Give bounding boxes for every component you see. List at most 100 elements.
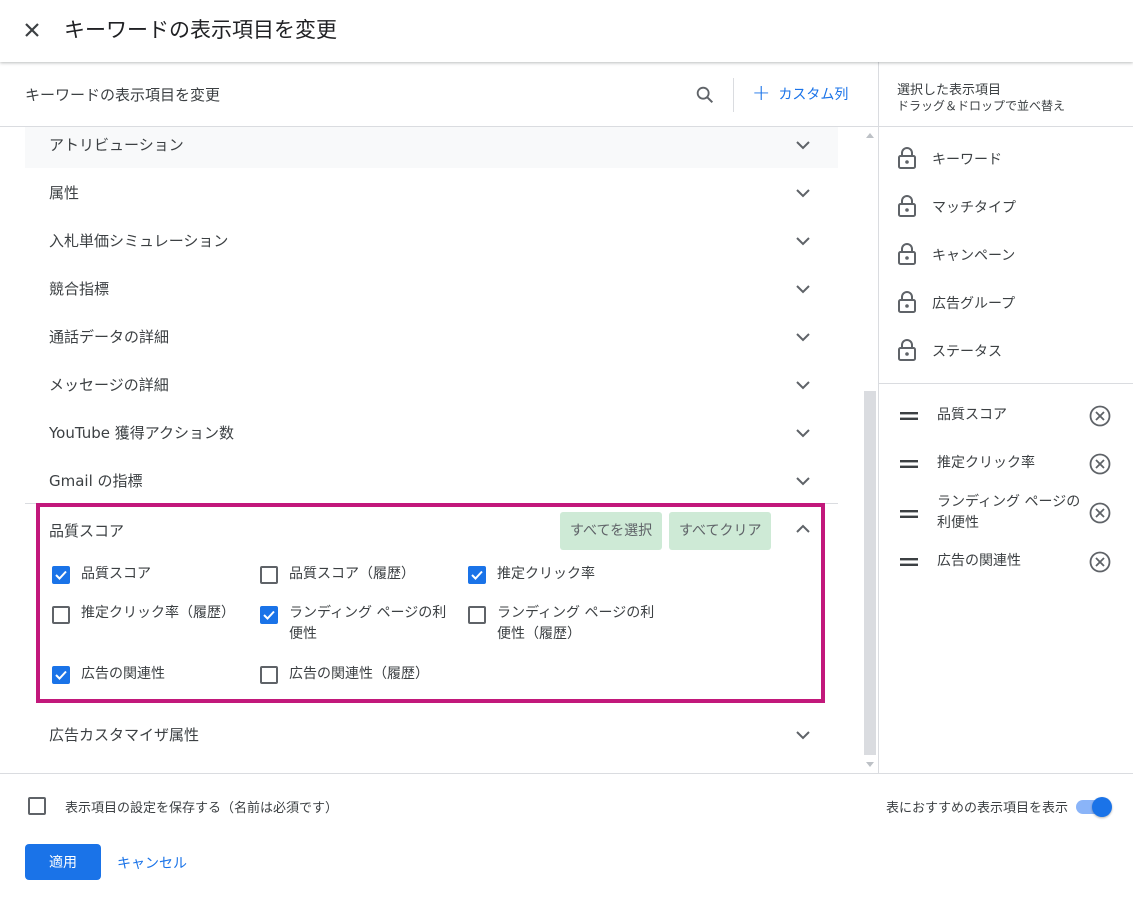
right-pane-divider <box>879 383 1133 384</box>
cancel-button[interactable]: キャンセル <box>117 853 187 873</box>
category-label: アトリビューション <box>49 136 184 154</box>
clear-all-button[interactable]: すべてクリア <box>669 512 772 550</box>
category-row-attribution[interactable]: アトリビューション <box>25 127 838 168</box>
chevron-down-icon <box>796 237 810 246</box>
dialog-titlebar: キーワードの表示項目を変更 <box>0 0 1133 62</box>
category-label: 競合指標 <box>49 280 110 298</box>
option-label: 推定クリック率（履歴） <box>81 605 235 621</box>
category-row-competitive[interactable]: 競合指標 <box>25 264 838 312</box>
scroll-down-arrow-icon[interactable] <box>866 762 874 767</box>
left-pane-header: キーワードの表示項目を変更 + カスタム列 <box>0 62 878 127</box>
locked-item-label: 広告グループ <box>932 296 1016 312</box>
checkbox-quality-score[interactable] <box>52 566 70 584</box>
locked-item: マッチタイプ <box>879 182 1133 230</box>
locked-item-label: キャンペーン <box>932 248 1016 264</box>
remove-circle-icon[interactable] <box>1089 453 1111 475</box>
selected-item-label: 推定クリック率 <box>937 455 1035 471</box>
left-pane-title: キーワードの表示項目を変更 <box>25 86 221 104</box>
category-row-call-details[interactable]: 通話データの詳細 <box>25 312 838 360</box>
save-settings-label: 表示項目の設定を保存する（名前は必須です） <box>65 801 339 816</box>
chevron-up-icon[interactable] <box>794 520 812 538</box>
search-icon[interactable] <box>694 84 716 106</box>
right-pane-title: 選択した表示項目 <box>897 83 1002 98</box>
chevron-down-icon <box>796 381 810 390</box>
custom-column-button[interactable]: + カスタム列 <box>752 83 849 105</box>
locked-item: ステータス <box>879 326 1133 374</box>
quality-score-section: 品質スコア すべてを選択 すべてクリア 品質スコア 品質スコア（履歴） 推定クリ… <box>25 504 838 704</box>
close-icon[interactable] <box>20 18 44 42</box>
category-row-bid-simulator[interactable]: 入札単価シミュレーション <box>25 216 838 264</box>
category-label: 通話データの詳細 <box>49 328 170 346</box>
option-label: 広告の関連性（履歴） <box>289 666 429 682</box>
selected-item-label: 品質スコア <box>937 407 1007 423</box>
option-label-line1: ランディング ページの利 <box>497 605 655 621</box>
checkbox-landing-page-history[interactable] <box>468 606 486 624</box>
scrollbar-thumb[interactable] <box>864 391 876 755</box>
category-row-youtube[interactable]: YouTube 獲得アクション数 <box>25 408 838 456</box>
selected-columns-pane: 選択した表示項目 ドラッグ＆ドロップで並べ替え キーワード マッチタイプ キャン… <box>878 62 1133 773</box>
checkbox-quality-score-history[interactable] <box>260 566 278 584</box>
recommended-columns-label: 表におすすめの表示項目を表示 <box>886 801 1069 816</box>
drag-handle-icon[interactable] <box>900 509 918 519</box>
scroll-up-arrow-icon[interactable] <box>866 133 874 138</box>
category-label: YouTube 獲得アクション数 <box>49 424 235 442</box>
option-label: 広告の関連性 <box>81 666 165 682</box>
locked-item-label: ステータス <box>932 344 1002 360</box>
checkbox-expected-ctr-history[interactable] <box>52 606 70 624</box>
selected-item-label-line1: ランディング ページの <box>937 494 1081 510</box>
drag-handle-icon[interactable] <box>900 411 918 421</box>
lock-icon <box>898 147 916 169</box>
header-divider <box>733 78 734 112</box>
recommended-columns-toggle[interactable] <box>1076 797 1112 817</box>
remove-circle-icon[interactable] <box>1089 502 1111 524</box>
dialog-title: キーワードの表示項目を変更 <box>64 18 337 42</box>
selected-item[interactable]: 広告の関連性 <box>879 538 1133 586</box>
apply-button[interactable]: 適用 <box>25 844 101 880</box>
section-title: 品質スコア <box>49 522 125 540</box>
option-label: ランディング ページの利 便性 <box>289 603 446 645</box>
option-label: 品質スコア <box>81 566 151 582</box>
category-label: 属性 <box>49 184 80 202</box>
category-row-gmail[interactable]: Gmail の指標 <box>25 456 838 504</box>
checkbox-ad-relevance[interactable] <box>52 666 70 684</box>
selected-item-label-line2: 利便性 <box>937 515 979 531</box>
chevron-down-icon <box>796 477 810 486</box>
remove-circle-icon[interactable] <box>1089 405 1111 427</box>
category-row-message-details[interactable]: メッセージの詳細 <box>25 360 838 408</box>
locked-item: キーワード <box>879 134 1133 182</box>
right-pane-subtitle: ドラッグ＆ドロップで並べ替え <box>897 99 1066 113</box>
category-row-ad-customizer[interactable]: 広告カスタマイザ属性 <box>25 710 838 758</box>
chevron-down-icon <box>796 141 810 150</box>
category-row-attributes[interactable]: 属性 <box>25 168 838 216</box>
save-settings-checkbox[interactable] <box>28 797 46 815</box>
selected-item[interactable]: 推定クリック率 <box>879 440 1133 488</box>
locked-item-label: キーワード <box>932 152 1002 168</box>
option-label: ランディング ページの利 便性（履歴） <box>497 603 654 645</box>
chevron-down-icon <box>796 189 810 198</box>
locked-item: 広告グループ <box>879 278 1133 326</box>
selected-item[interactable]: 品質スコア <box>879 392 1133 440</box>
lock-icon <box>898 291 916 313</box>
category-label: メッセージの詳細 <box>49 376 169 394</box>
chevron-down-icon <box>796 285 810 294</box>
locked-item-label: マッチタイプ <box>932 200 1016 216</box>
drag-handle-icon[interactable] <box>900 557 918 567</box>
lock-icon <box>898 195 916 217</box>
select-all-button[interactable]: すべてを選択 <box>560 512 663 550</box>
category-label: Gmail の指標 <box>49 472 143 490</box>
selected-item[interactable]: ランディング ページの 利便性 <box>879 488 1133 538</box>
option-label-line2: 便性 <box>289 626 317 642</box>
selected-item-label: ランディング ページの 利便性 <box>937 492 1087 534</box>
checkbox-ad-relevance-history[interactable] <box>260 666 278 684</box>
option-label: 推定クリック率 <box>497 566 595 582</box>
checkbox-expected-ctr[interactable] <box>468 566 486 584</box>
option-label: 品質スコア（履歴） <box>289 566 415 582</box>
chevron-down-icon <box>796 333 810 342</box>
checkbox-landing-page[interactable] <box>260 606 278 624</box>
locked-item: キャンペーン <box>879 230 1133 278</box>
remove-circle-icon[interactable] <box>1089 551 1111 573</box>
drag-handle-icon[interactable] <box>900 459 918 469</box>
custom-column-label: カスタム列 <box>778 87 849 103</box>
category-label: 広告カスタマイザ属性 <box>49 726 200 744</box>
option-label-line1: ランディング ページの利 <box>289 605 447 621</box>
